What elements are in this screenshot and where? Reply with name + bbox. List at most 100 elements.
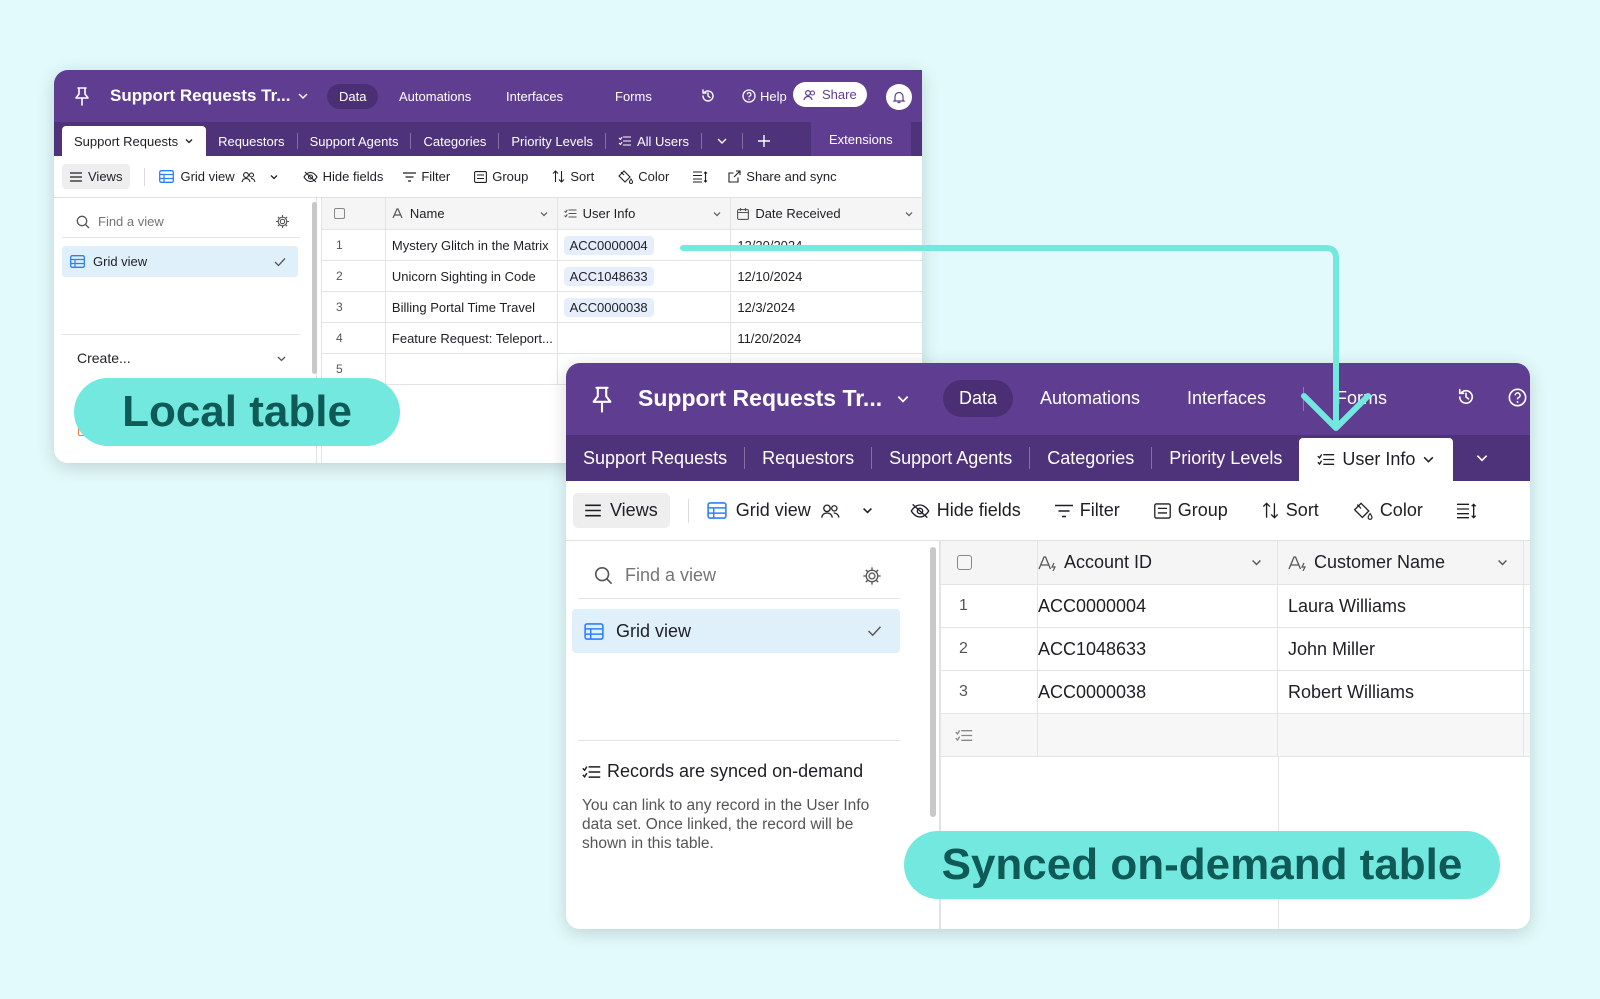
select-all-cell[interactable] [322,198,386,229]
table-row[interactable]: 2 ACC1048633 John Miller [941,628,1530,671]
share-and-sync-button[interactable]: Share and sync [728,169,837,184]
table-row[interactable]: 4 Feature Request: Teleport... 11/20/202… [322,323,922,354]
tab-all-users[interactable]: All Users [606,126,701,156]
date-cell[interactable]: 12/10/2024 [731,261,922,291]
row-height-button[interactable] [693,170,708,183]
tab-user-info[interactable]: User Info [1299,438,1454,481]
date-cell[interactable]: 12/20/2024 [731,230,922,260]
name-cell[interactable]: Mystery Glitch in the Matrix [386,230,558,260]
add-record-row[interactable] [941,714,1530,757]
create-view-row[interactable]: Create... [77,350,287,366]
table-row[interactable]: 1 Mystery Glitch in the Matrix ACC000000… [322,230,922,261]
date-cell[interactable]: 11/20/2024 [731,323,922,353]
base-title[interactable]: Support Requests Tr... [638,385,882,412]
nav-data[interactable]: Data [327,84,379,109]
filter-button[interactable]: Filter [403,169,450,184]
filter-button[interactable]: Filter [1054,500,1120,521]
views-button[interactable]: Views [62,164,131,189]
grid-view-switcher[interactable]: Grid view [159,169,278,184]
column-header-name[interactable]: Name [386,198,558,229]
history-icon[interactable] [1456,387,1476,407]
tab-categories[interactable]: Categories [411,126,498,156]
group-button[interactable]: Group [1153,500,1228,521]
nav-automations[interactable]: Automations [399,89,471,104]
nav-data[interactable]: Data [943,380,1014,417]
column-header-date-received[interactable]: Date Received [731,198,922,229]
nav-automations[interactable]: Automations [1040,388,1140,409]
linked-record-chip[interactable]: ACC0000038 [563,297,654,317]
tab-support-agents[interactable]: Support Agents [298,126,411,156]
grid-view-switcher[interactable]: Grid view [707,500,874,521]
find-view-input[interactable] [625,565,825,586]
column-header-user-info[interactable]: User Info [558,198,732,229]
select-all-cell[interactable] [941,541,1038,584]
notification-bell-icon[interactable] [886,84,912,110]
gear-icon[interactable] [862,566,882,586]
name-cell[interactable]: Unicorn Sighting in Code [386,261,558,291]
gear-icon[interactable] [275,214,290,229]
extensions-button[interactable]: Extensions [811,122,911,156]
color-button[interactable]: Color [618,169,669,184]
pin-icon[interactable] [72,86,92,106]
pin-icon[interactable] [588,385,616,413]
checkbox[interactable] [334,208,345,219]
nav-forms[interactable]: Forms [615,89,652,104]
customer-name-cell[interactable]: Laura Williams [1278,585,1524,627]
user-info-cell[interactable] [558,323,732,353]
group-button[interactable]: Group [474,169,528,184]
table-row[interactable]: 1 ACC0000004 Laura Williams [941,585,1530,628]
find-view-input[interactable] [98,214,248,229]
account-id-cell[interactable]: ACC1048633 [1038,628,1278,670]
nav-forms[interactable]: Forms [1336,388,1387,409]
tab-priority-levels[interactable]: Priority Levels [1152,435,1299,481]
sort-button[interactable]: Sort [1262,500,1319,521]
add-record-cell[interactable] [941,714,1038,756]
tab-support-agents[interactable]: Support Agents [872,435,1029,481]
customer-name-cell[interactable]: Robert Williams [1278,671,1524,713]
account-id-cell[interactable]: ACC0000004 [1038,585,1278,627]
nav-interfaces[interactable]: Interfaces [506,89,563,104]
account-id-cell[interactable]: ACC0000038 [1038,671,1278,713]
help-link[interactable]: Help [760,89,787,104]
nav-interfaces[interactable]: Interfaces [1187,388,1266,409]
table-row[interactable]: 2 Unicorn Sighting in Code ACC1048633 12… [322,261,922,292]
name-cell[interactable]: Billing Portal Time Travel [386,292,558,322]
tab-categories[interactable]: Categories [1030,435,1151,481]
user-info-cell[interactable]: ACC1048633 [558,261,732,291]
add-table-button[interactable] [743,126,785,156]
linked-record-chip[interactable]: ACC0000004 [563,235,654,255]
date-cell[interactable]: 12/3/2024 [731,292,922,322]
views-button[interactable]: Views [573,493,670,528]
sort-button[interactable]: Sort [552,169,594,184]
column-header-customer-name[interactable]: Customer Name [1278,541,1524,584]
tab-requestors[interactable]: Requestors [745,435,871,481]
history-icon[interactable] [700,88,716,104]
table-row[interactable]: 3 Billing Portal Time Travel ACC0000038 … [322,292,922,323]
help-icon[interactable] [1508,388,1527,407]
tab-support-requests[interactable]: Support Requests [566,435,744,481]
tab-requestors[interactable]: Requestors [206,126,296,156]
share-button[interactable]: Share [793,82,867,107]
base-title[interactable]: Support Requests Tr... [110,86,290,106]
sidebar-grid-view[interactable]: Grid view [62,246,298,277]
hide-fields-button[interactable]: Hide fields [303,169,383,184]
customer-name-cell[interactable]: John Miller [1278,628,1524,670]
linked-record-chip[interactable]: ACC1048633 [563,266,654,286]
help-icon[interactable] [742,89,756,103]
column-header-account-id[interactable]: Account ID [1038,541,1278,584]
checkbox[interactable] [957,555,972,570]
row-height-button[interactable] [1456,502,1477,519]
table-row[interactable]: 3 ACC0000038 Robert Williams [941,671,1530,714]
sidebar-scrollbar[interactable] [930,547,936,817]
tab-support-requests[interactable]: Support Requests [62,126,207,156]
tab-priority-levels[interactable]: Priority Levels [499,126,605,156]
user-info-cell[interactable]: ACC0000004 [558,230,732,260]
name-cell[interactable]: Feature Request: Teleport... [386,323,558,353]
more-tables-button[interactable] [702,126,742,156]
more-tables-button[interactable] [1453,435,1511,481]
chevron-down-icon[interactable] [297,90,309,102]
sidebar-grid-view[interactable]: Grid view [572,609,900,653]
sidebar-scrollbar[interactable] [312,202,317,374]
user-info-cell[interactable]: ACC0000038 [558,292,732,322]
color-button[interactable]: Color [1353,500,1423,521]
